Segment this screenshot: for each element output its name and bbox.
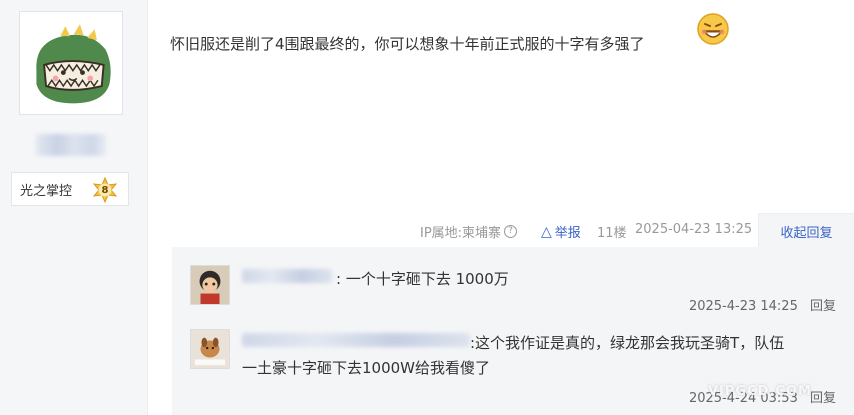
badge-name: 光之掌控 <box>20 183 73 199</box>
ip-location: IP属地:柬埔寨 ? <box>420 222 518 241</box>
username-redacted[interactable] <box>36 134 106 156</box>
collapse-replies-button[interactable]: 收起回复 <box>758 213 854 248</box>
green-dinosaur-icon <box>23 15 119 111</box>
floor-number: 11楼 <box>597 226 627 241</box>
reply-avatar[interactable] <box>190 265 230 305</box>
reply-username-redacted[interactable] <box>242 333 470 347</box>
reply-text: : 一个十字砸下去 1000万 <box>336 270 509 288</box>
reply-text-line1: :这个我作证是真的，绿龙那会我玩圣骑T，队伍 <box>470 334 785 352</box>
warning-icon: △ <box>541 223 552 240</box>
site-watermark: VIPGCD.COM <box>708 384 812 399</box>
reply-button[interactable]: 回复 <box>810 299 836 314</box>
level-badge-icon: 8 <box>92 177 118 203</box>
reply-time: 2025-4-23 14:25 <box>688 299 798 314</box>
user-avatar[interactable] <box>19 11 123 115</box>
post-time: 2025-04-23 13:25 <box>635 222 753 237</box>
report-label: 举报 <box>554 226 581 241</box>
reply-item: : 一个十字砸下去 1000万 2025-4-23 14:25 回复 <box>190 265 840 327</box>
reply-avatar[interactable] <box>190 329 230 369</box>
user-sidebar: 光之掌控 8 <box>0 0 148 415</box>
help-icon[interactable]: ? <box>504 225 518 238</box>
reply-text-line2: 一土豪十字砸下去1000W给我看傻了 <box>242 359 491 377</box>
badge-level-number: 8 <box>101 184 109 196</box>
member-badge[interactable]: 光之掌控 8 <box>11 172 129 206</box>
grinning-face-emoji-icon <box>696 12 730 46</box>
reply-footer: 2025-4-23 14:25 回复 <box>689 295 836 314</box>
ip-location-label: IP属地:柬埔寨 <box>420 226 502 241</box>
cartoon-face-icon <box>191 266 229 304</box>
reply-button[interactable]: 回复 <box>810 391 836 406</box>
reply-username-redacted[interactable] <box>242 269 332 283</box>
post-content: 怀旧服还是削了4围跟最终的，你可以想象十年前正式服的十字有多强了 <box>170 35 645 53</box>
report-link[interactable]: △ 举报 <box>541 222 581 242</box>
dog-photo-icon <box>191 330 229 368</box>
reply-item: :这个我作证是真的，绿龙那会我玩圣骑T，队伍 一土豪十字砸下去1000W给我看傻… <box>190 329 840 415</box>
